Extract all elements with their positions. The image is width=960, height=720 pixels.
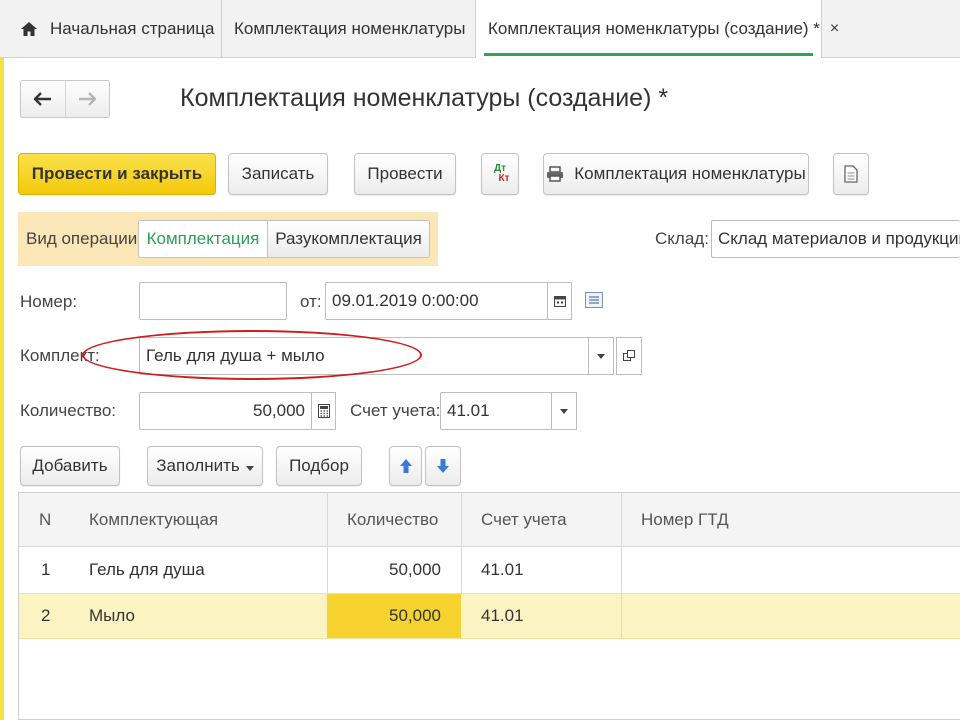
print-kit-label: Комплектация номенклатуры [574, 164, 806, 183]
column-header-gtd[interactable]: Номер ГТД [641, 493, 729, 546]
save-button[interactable]: Записать [228, 153, 328, 195]
dt-kt-icon[interactable]: Дт Кт [481, 153, 519, 195]
operation-option-disassembly[interactable]: Разукомплектация [267, 221, 429, 257]
kt-label: Кт [498, 173, 510, 184]
warehouse-label: Склад: [655, 229, 709, 248]
open-form-icon[interactable] [616, 337, 642, 375]
annotation-ellipse [82, 330, 422, 380]
cell-account: 41.01 [481, 606, 524, 625]
cell-component: Мыло [89, 606, 135, 625]
nav-buttons [20, 80, 110, 118]
tab-label: Начальная страница [50, 19, 215, 38]
account-label: Счет учета: [350, 401, 441, 420]
forward-arrow-icon[interactable] [64, 81, 110, 117]
number-field[interactable] [139, 282, 287, 320]
list-icon[interactable] [585, 292, 603, 308]
print-kit-button[interactable]: Комплектация номенклатуры [543, 153, 809, 195]
components-table: N Комплектующая Количество Счет учета Но… [18, 492, 960, 720]
column-separator [461, 493, 462, 546]
back-arrow-icon[interactable] [21, 81, 65, 117]
dropdown-arrow-icon[interactable] [588, 337, 614, 375]
number-label: Номер: [20, 292, 78, 311]
date-label: от: [300, 292, 322, 311]
table-header: N Комплектующая Количество Счет учета Но… [19, 493, 960, 547]
cell-quantity: 50,000 [389, 560, 441, 579]
account-field[interactable]: 41.01 [440, 392, 552, 430]
printer-icon [546, 166, 564, 182]
fill-label: Заполнить [156, 456, 240, 475]
table-row-selected[interactable]: 2 Мыло 50,000 41.01 [19, 593, 960, 639]
operation-type-label: Вид операции: [26, 229, 142, 248]
calendar-icon[interactable] [547, 282, 572, 320]
page-title: Комплектация номенклатуры (создание) * [180, 84, 669, 112]
calculator-icon[interactable] [311, 392, 336, 430]
column-header-n[interactable]: N [39, 493, 51, 546]
column-separator [327, 493, 328, 546]
warehouse-field[interactable]: Склад материалов и продукции [711, 220, 960, 258]
left-accent-bar [0, 58, 4, 720]
column-header-account[interactable]: Счет учета [481, 493, 567, 546]
column-separator [621, 594, 622, 638]
operation-option-assembly[interactable]: Комплектация [139, 221, 267, 257]
tab-home[interactable]: Начальная страница [0, 0, 222, 58]
column-header-component[interactable]: Комплектующая [89, 493, 218, 546]
document-icon[interactable] [833, 153, 869, 195]
quantity-field[interactable]: 50,000 [139, 392, 312, 430]
column-header-quantity[interactable]: Количество [347, 493, 438, 546]
operation-type-switch: Комплектация Разукомплектация [138, 220, 430, 258]
cell-n: 2 [41, 606, 51, 625]
selection-button[interactable]: Подбор [276, 446, 362, 486]
add-row-button[interactable]: Добавить [20, 446, 120, 486]
column-separator [461, 547, 462, 593]
date-field[interactable]: 09.01.2019 0:00:00 [325, 282, 548, 320]
close-icon[interactable]: × [830, 20, 839, 38]
tab-label: Комплектация номенклатуры [234, 19, 466, 38]
cell-component: Гель для душа [89, 560, 205, 579]
column-separator [621, 493, 622, 546]
dropdown-arrow-icon[interactable] [551, 392, 577, 430]
cell-n: 1 [41, 560, 51, 579]
arrow-down-icon[interactable] [425, 446, 461, 486]
table-row[interactable]: 1 Гель для душа 50,000 41.01 [19, 547, 960, 593]
fill-button[interactable]: Заполнить [147, 446, 263, 486]
cell-account: 41.01 [481, 560, 524, 579]
post-button[interactable]: Провести [354, 153, 456, 195]
post-and-close-button[interactable]: Провести и закрыть [18, 153, 216, 195]
quantity-label: Количество: [20, 401, 117, 420]
tab-bar: Начальная страница Комплектация номенкла… [0, 0, 960, 58]
column-separator [621, 547, 622, 593]
dropdown-arrow-icon [245, 456, 254, 476]
tab-kit-create[interactable]: Комплектация номенклатуры (создание) * × [476, 0, 839, 58]
tab-label: Комплектация номенклатуры (создание) * [488, 19, 820, 38]
tab-kit-list[interactable]: Комплектация номенклатуры × [222, 0, 485, 58]
home-icon [20, 21, 38, 37]
cell-quantity[interactable]: 50,000 [327, 594, 441, 638]
arrow-up-icon[interactable] [389, 446, 422, 486]
